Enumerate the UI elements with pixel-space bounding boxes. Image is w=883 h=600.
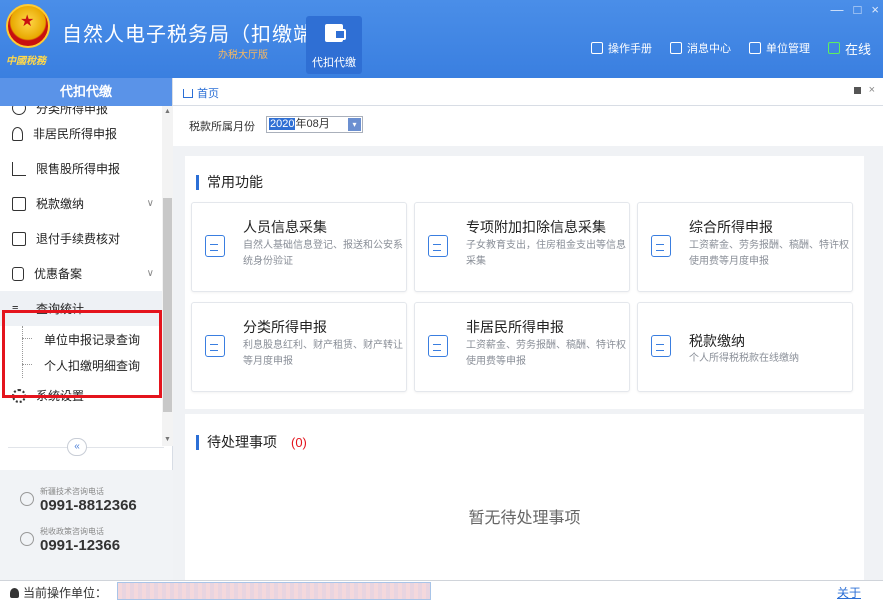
file-icon xyxy=(12,266,24,281)
sidebar-item-classified-income[interactable]: 分类所得申报 xyxy=(0,106,162,116)
pending-empty-message: 暂无待处理事项 xyxy=(468,510,581,527)
card-personnel-info[interactable]: 人员信息采集 自然人基础信息登记、报送和公安系统身份验证 xyxy=(191,202,407,292)
title-bar: ★ 中國稅務 自然人电子税务局（扣缴端） 办税大厅版 代扣代缴 操作手册 消息中… xyxy=(0,0,883,78)
edit-icon xyxy=(428,335,448,357)
chevron-down-icon: ∨ xyxy=(146,268,154,279)
chevron-down-icon[interactable]: ▾ xyxy=(348,118,361,131)
report-icon xyxy=(651,235,671,257)
pending-items-panel: 待处理事项 (0) 暂无待处理事项 xyxy=(185,414,864,580)
close-tab-button[interactable]: × xyxy=(869,84,875,96)
card-nonresident-income[interactable]: 非居民所得申报 工资薪金、劳务报酬、稿酬、特许权使用费等申报 xyxy=(414,302,630,392)
sidebar: 代扣代缴 分类所得申报 非居民所得申报 限售股所得申报 税款缴纳 ∨ 退付手续费… xyxy=(0,78,173,580)
building-icon xyxy=(748,42,761,54)
card-tax-payment[interactable]: 税款缴纳 个人所得税税款在线缴纳 xyxy=(637,302,853,392)
app-title: 自然人电子税务局（扣缴端） xyxy=(62,24,335,46)
status-bar: 当前操作单位： 关于 xyxy=(0,580,883,600)
logo-text: 中國稅務 xyxy=(6,56,46,67)
edit-icon xyxy=(205,335,225,357)
wallet-icon xyxy=(325,24,346,42)
restore-tab-icon[interactable] xyxy=(853,87,861,94)
sidebar-item-refund-fee-check[interactable]: 退付手续费核对 xyxy=(0,221,162,256)
sidebar-item-restricted-shares[interactable]: 限售股所得申报 xyxy=(0,151,162,186)
filter-bar: 税款所属月份 2020年08月 ▾ xyxy=(173,106,883,146)
unit-management-link[interactable]: 单位管理 xyxy=(748,40,810,56)
tab-home[interactable]: 首页 xyxy=(183,85,219,101)
chevron-down-icon: ∨ xyxy=(146,198,154,209)
tax-payment-icon xyxy=(12,196,26,211)
sidebar-item-nonresident-income[interactable]: 非居民所得申报 xyxy=(0,116,162,151)
document-icon xyxy=(12,231,26,246)
minimize-button[interactable]: — xyxy=(831,2,844,17)
main-content: 税款所属月份 2020年08月 ▾ 常用功能 人员信息采集 自然人基础信息登记、… xyxy=(173,106,883,580)
sidebar-item-preferential-filing[interactable]: 优惠备案 ∨ xyxy=(0,256,162,291)
person-icon xyxy=(12,126,23,141)
app-subtitle: 办税大厅版 xyxy=(218,50,268,61)
bar-chart-icon xyxy=(12,161,26,176)
operation-manual-link[interactable]: 操作手册 xyxy=(590,40,652,56)
card-special-deduction[interactable]: 专项附加扣除信息采集 子女教育支出，住房租金支出等信息采集 xyxy=(414,202,630,292)
collapse-sidebar-button[interactable]: « xyxy=(67,438,87,456)
hotline-panel: 新疆技术咨询电话 0991-8812366 税收政策咨询电话 0991-1236… xyxy=(0,470,173,580)
pending-count: (0) xyxy=(291,434,307,450)
sidebar-item-tax-payment[interactable]: 税款缴纳 ∨ xyxy=(0,186,162,221)
online-status[interactable]: 在线 xyxy=(827,39,871,58)
scroll-up-icon[interactable]: ▲ xyxy=(162,106,173,118)
scroll-down-icon[interactable]: ▼ xyxy=(162,434,173,446)
current-unit-label: 当前操作单位： xyxy=(23,586,108,600)
id-card-icon xyxy=(205,235,225,257)
message-center-link[interactable]: 消息中心 xyxy=(669,40,731,56)
star-phone-icon xyxy=(20,532,34,546)
sidebar-scrollbar[interactable]: ▲ ▼ xyxy=(162,106,173,446)
main-tab-label: 代扣代缴 xyxy=(312,57,356,69)
panel-title: 常用功能 xyxy=(207,174,263,190)
close-button[interactable]: × xyxy=(871,2,879,17)
refresh-icon xyxy=(12,106,26,115)
manual-icon xyxy=(590,42,603,54)
current-unit-value xyxy=(117,582,431,600)
tab-bar: 首页 × xyxy=(173,78,883,106)
tax-emblem-logo: ★ xyxy=(6,4,50,48)
sidebar-header: 代扣代缴 xyxy=(0,78,172,106)
calendar-icon xyxy=(428,235,448,257)
card-comprehensive-income[interactable]: 综合所得申报 工资薪金、劳务报酬、稿酬、特许权使用费等月度申报 xyxy=(637,202,853,292)
scrollbar-thumb[interactable] xyxy=(163,198,172,412)
about-link[interactable]: 关于 xyxy=(837,584,861,600)
home-icon xyxy=(183,88,193,98)
pending-title: 待处理事项 xyxy=(207,434,277,450)
tax-month-select[interactable]: 2020年08月 ▾ xyxy=(266,116,363,133)
maximize-button[interactable]: □ xyxy=(854,2,862,17)
common-functions-panel: 常用功能 人员信息采集 自然人基础信息登记、报送和公安系统身份验证 专项附加扣除… xyxy=(185,156,864,409)
mail-icon xyxy=(669,42,682,54)
online-check-icon xyxy=(827,42,840,54)
card-classified-income[interactable]: 分类所得申报 利息股息红利、财产租赁、财产转让等月度申报 xyxy=(191,302,407,392)
phone-icon xyxy=(20,492,34,506)
user-icon xyxy=(10,587,19,598)
payment-icon xyxy=(651,335,671,357)
highlight-annotation xyxy=(2,310,162,398)
main-tab-withholding[interactable]: 代扣代缴 xyxy=(306,16,362,74)
tax-month-label: 税款所属月份 xyxy=(189,121,255,133)
